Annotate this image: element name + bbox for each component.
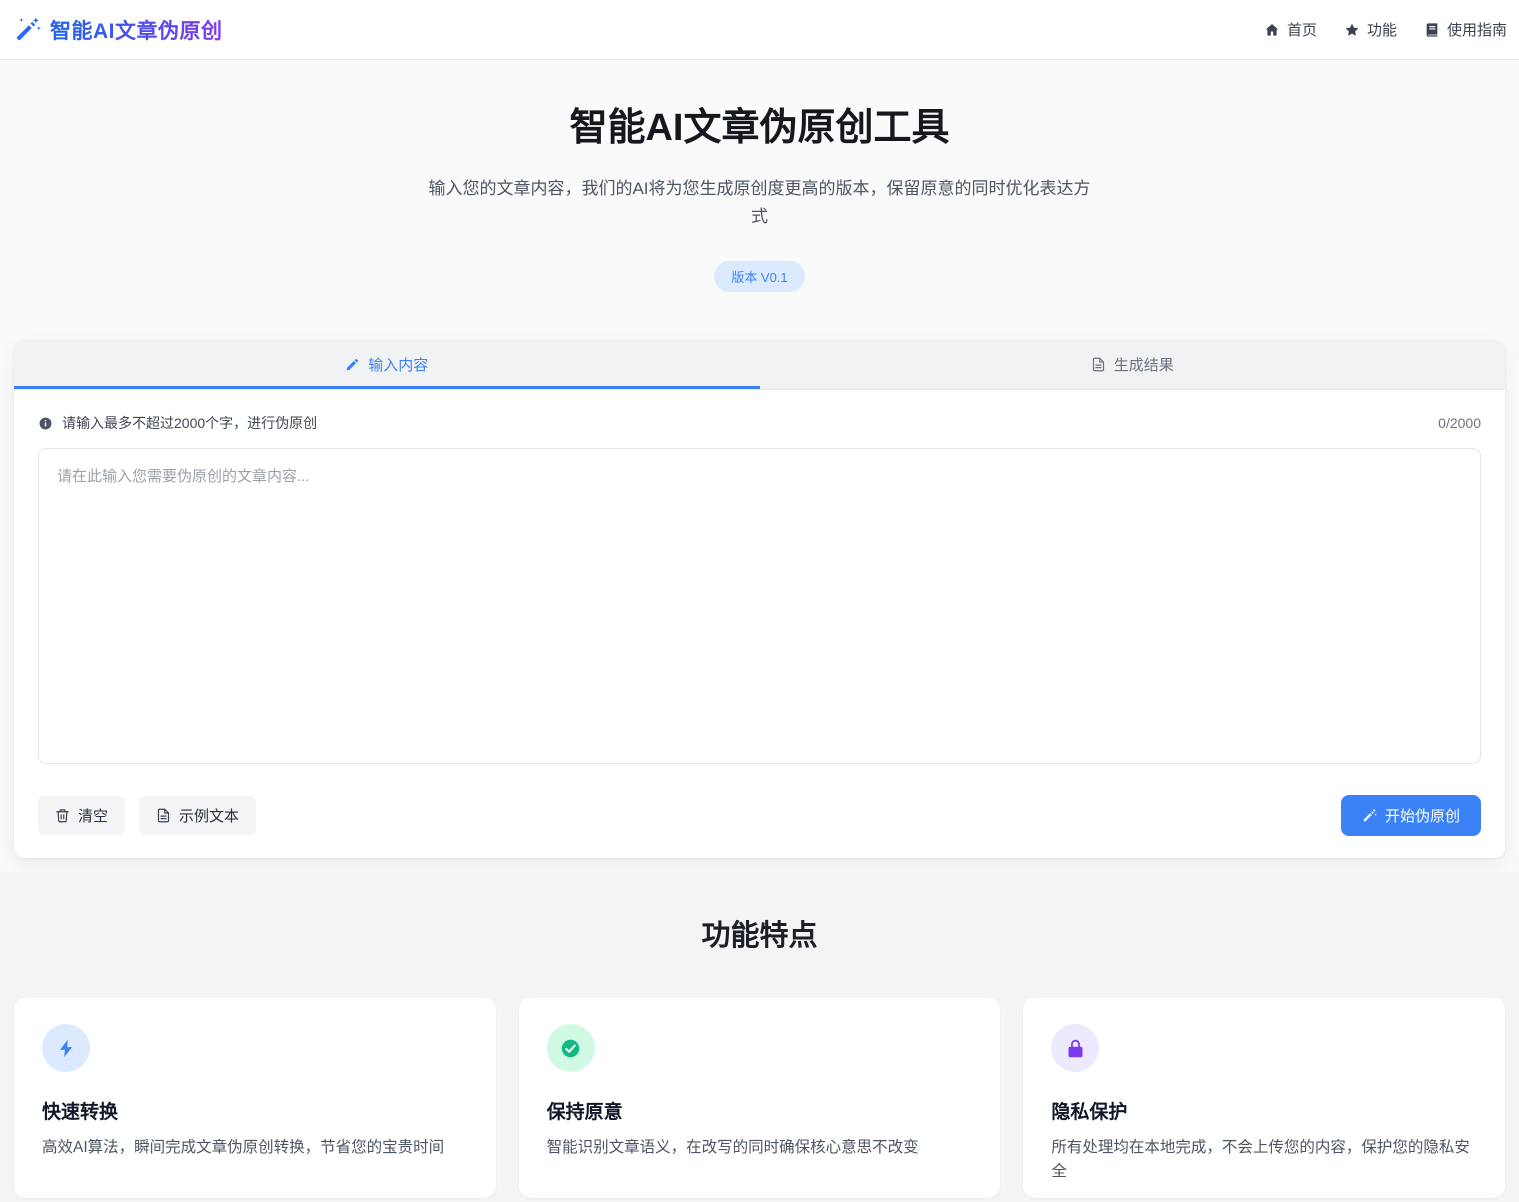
lock-icon	[1065, 1038, 1086, 1059]
page-title: 智能AI文章伪原创工具	[0, 105, 1519, 151]
workspace-card: 输入内容 生成结果 请输入最多不超过2000个字，进行伪原创 0/2000	[14, 340, 1505, 858]
input-hint-text: 请输入最多不超过2000个字，进行伪原创	[62, 413, 317, 433]
feature-description: 高效AI算法，瞬间完成文章伪原创转换，节省您的宝贵时间	[42, 1136, 468, 1160]
tab-generated-result[interactable]: 生成结果	[760, 340, 1506, 389]
feature-description: 智能识别文章语义，在改写的同时确保核心意思不改变	[547, 1136, 973, 1160]
home-icon	[1264, 22, 1280, 38]
feature-title: 保持原意	[547, 1097, 973, 1124]
hero-section: 智能AI文章伪原创工具 输入您的文章内容，我们的AI将为您生成原创度更高的版本，…	[0, 60, 1519, 292]
feature-card-privacy: 隐私保护 所有处理均在本地完成，不会上传您的内容，保护您的隐私安全	[1023, 998, 1505, 1198]
pencil-icon	[345, 357, 360, 372]
hint-row: 请输入最多不超过2000个字，进行伪原创 0/2000	[38, 413, 1481, 433]
magic-wand-icon	[1362, 808, 1377, 823]
tab-label: 生成结果	[1114, 354, 1174, 375]
features-section: 功能特点 快速转换 高效AI算法，瞬间完成文章伪原创转换，节省您的宝贵时间 保持…	[0, 872, 1519, 1202]
book-icon	[1424, 22, 1440, 38]
nav-item-label: 使用指南	[1447, 19, 1507, 40]
nav-item-label: 功能	[1367, 19, 1397, 40]
info-icon	[38, 416, 53, 431]
star-icon	[1344, 22, 1360, 38]
start-rewrite-button[interactable]: 开始伪原创	[1341, 795, 1481, 836]
document-icon	[156, 808, 171, 823]
icon-bubble	[547, 1024, 595, 1072]
feature-cards: 快速转换 高效AI算法，瞬间完成文章伪原创转换，节省您的宝贵时间 保持原意 智能…	[14, 998, 1505, 1198]
lightning-icon	[56, 1038, 77, 1059]
feature-title: 快速转换	[42, 1097, 468, 1124]
feature-title: 隐私保护	[1051, 1097, 1477, 1124]
actions-row: 清空 示例文本	[38, 795, 1481, 836]
brand[interactable]: 智能AI文章伪原创	[14, 15, 223, 45]
actions-left: 清空 示例文本	[38, 796, 256, 835]
icon-bubble	[42, 1024, 90, 1072]
char-counter: 0/2000	[1438, 415, 1481, 431]
page-subtitle: 输入您的文章内容，我们的AI将为您生成原创度更高的版本，保留原意的同时优化表达方…	[422, 175, 1098, 231]
check-circle-icon	[560, 1038, 581, 1059]
nav-item-guide[interactable]: 使用指南	[1424, 19, 1507, 40]
icon-bubble	[1051, 1024, 1099, 1072]
tab-bar: 输入内容 生成结果	[14, 340, 1505, 390]
features-heading: 功能特点	[14, 912, 1505, 954]
feature-card-fast-convert: 快速转换 高效AI算法，瞬间完成文章伪原创转换，节省您的宝贵时间	[14, 998, 496, 1198]
trash-icon	[55, 808, 70, 823]
nav-item-home[interactable]: 首页	[1264, 19, 1317, 40]
document-icon	[1091, 357, 1106, 372]
tab-input-content[interactable]: 输入内容	[14, 340, 760, 389]
article-input[interactable]	[38, 448, 1481, 764]
tab-label: 输入内容	[368, 354, 428, 375]
main-nav: 首页 功能 使用指南	[1264, 19, 1507, 40]
magic-wand-icon	[14, 16, 41, 43]
input-panel: 请输入最多不超过2000个字，进行伪原创 0/2000 清空	[14, 390, 1505, 858]
clear-button[interactable]: 清空	[38, 796, 125, 835]
clear-button-label: 清空	[78, 805, 108, 826]
navbar: 智能AI文章伪原创 首页 功能 使用指南	[0, 0, 1519, 60]
feature-description: 所有处理均在本地完成，不会上传您的内容，保护您的隐私安全	[1051, 1136, 1477, 1184]
nav-item-label: 首页	[1287, 19, 1317, 40]
sample-text-button[interactable]: 示例文本	[139, 796, 256, 835]
start-rewrite-button-label: 开始伪原创	[1385, 805, 1460, 826]
feature-card-keep-meaning: 保持原意 智能识别文章语义，在改写的同时确保核心意思不改变	[519, 998, 1001, 1198]
sample-text-button-label: 示例文本	[179, 805, 239, 826]
brand-name: 智能AI文章伪原创	[50, 15, 223, 45]
nav-item-features[interactable]: 功能	[1344, 19, 1397, 40]
input-hint: 请输入最多不超过2000个字，进行伪原创	[38, 413, 317, 433]
version-badge: 版本 V0.1	[714, 261, 804, 292]
